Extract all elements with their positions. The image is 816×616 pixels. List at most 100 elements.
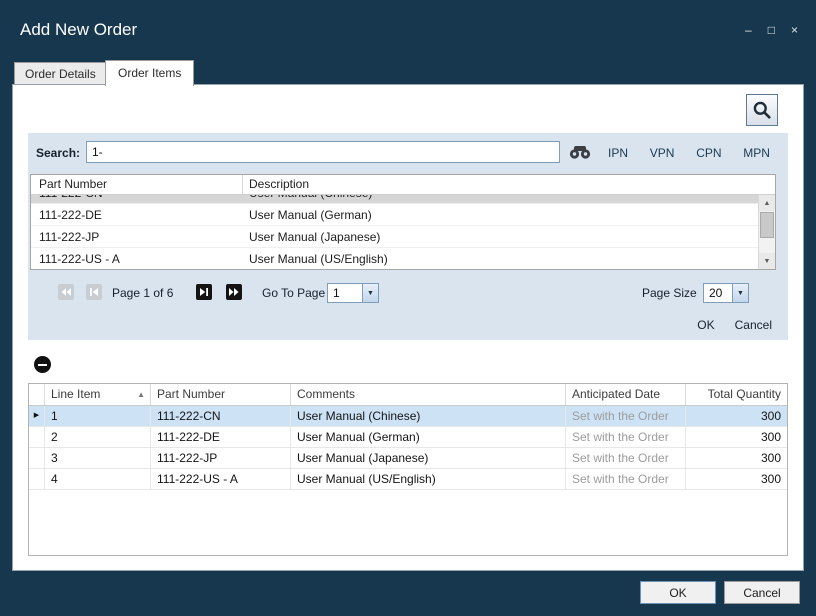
magnifier-icon — [752, 100, 772, 120]
tab-order-details[interactable]: Order Details — [14, 62, 107, 85]
cell-line-item: 3 — [45, 448, 151, 468]
cell-description: User Manual (German) — [243, 208, 758, 222]
go-to-page-label: Go To Page — [262, 286, 325, 300]
binoculars-icon[interactable] — [568, 144, 592, 165]
table-row[interactable]: ▶ 1 111-222-CN User Manual (Chinese) Set… — [29, 406, 787, 427]
cell-description: User Manual (US/English) — [243, 252, 758, 266]
table-row[interactable]: 3 111-222-JP User Manual (Japanese) Set … — [29, 448, 787, 469]
row-indicator-cell: ▶ — [29, 406, 45, 426]
row-indicator-cell — [29, 469, 45, 489]
search-toggle-button[interactable] — [746, 94, 778, 126]
row-indicator-cell — [29, 448, 45, 468]
add-new-order-dialog: Add New Order – □ × Order Details Order … — [0, 0, 816, 616]
page-size-select[interactable]: 20 ▼ — [703, 283, 749, 303]
cell-anticipated-date: Set with the Order — [566, 427, 686, 447]
scroll-up-icon[interactable]: ▲ — [759, 195, 775, 211]
cell-comments: User Manual (Japanese) — [291, 448, 566, 468]
cell-anticipated-date: Set with the Order — [566, 406, 686, 426]
search-panel: Search: IPN VPN CPN MPN Part Number Desc… — [28, 133, 788, 340]
last-page-button[interactable] — [226, 284, 242, 300]
row-indicator-icon: ▶ — [34, 406, 39, 426]
first-page-button[interactable] — [58, 284, 74, 300]
column-header-comments[interactable]: Comments — [291, 384, 566, 405]
page-size-label: Page Size — [642, 286, 697, 300]
previous-page-button[interactable] — [86, 284, 102, 300]
search-label: Search: — [36, 146, 80, 160]
list-item[interactable]: 111-222-JP User Manual (Japanese) — [31, 226, 758, 248]
list-item[interactable]: 111-222-US - A User Manual (US/English) — [31, 248, 758, 269]
column-header-total-quantity[interactable]: Total Quantity — [686, 384, 787, 405]
cell-part-number: 111-222-CN — [151, 406, 291, 426]
minus-icon — [38, 364, 47, 366]
table-row[interactable]: 2 111-222-DE User Manual (German) Set wi… — [29, 427, 787, 448]
cell-part-number: 111-222-CN — [31, 195, 243, 200]
order-items-grid-header: Line Item ▲ Part Number Comments Anticip… — [29, 384, 787, 406]
chevron-down-icon: ▼ — [362, 284, 378, 302]
cell-total-quantity: 300 — [686, 427, 787, 447]
cell-line-item: 2 — [45, 427, 151, 447]
sort-asc-icon: ▲ — [137, 384, 145, 405]
filter-ipn-link[interactable]: IPN — [608, 146, 628, 160]
column-header-label: Line Item — [51, 384, 100, 405]
cell-part-number: 111-222-JP — [31, 230, 243, 244]
minimize-button[interactable]: – — [745, 22, 752, 38]
window-controls: – □ × — [745, 22, 798, 38]
column-header-part-number[interactable]: Part Number — [151, 384, 291, 405]
search-cancel-link[interactable]: Cancel — [735, 318, 772, 332]
cancel-button[interactable]: Cancel — [724, 581, 800, 604]
filter-vpn-link[interactable]: VPN — [650, 146, 675, 160]
go-to-page-select[interactable]: 1 ▼ — [327, 283, 379, 303]
column-header-part-number[interactable]: Part Number — [31, 175, 243, 194]
close-button[interactable]: × — [791, 22, 798, 38]
column-header-anticipated-date[interactable]: Anticipated Date — [566, 384, 686, 405]
maximize-button[interactable]: □ — [768, 22, 775, 38]
vertical-scrollbar[interactable]: ▲ ▼ — [758, 195, 775, 269]
filter-cpn-link[interactable]: CPN — [696, 146, 721, 160]
last-page-icon — [227, 285, 241, 299]
next-page-icon — [197, 285, 211, 299]
cell-line-item: 4 — [45, 469, 151, 489]
cell-comments: User Manual (Chinese) — [291, 406, 566, 426]
search-results-body: 111-222-CN User Manual (Chinese) 111-222… — [31, 195, 758, 269]
page-status: Page 1 of 6 — [112, 286, 173, 300]
search-results-grid: Part Number Description 111-222-CN User … — [30, 174, 776, 270]
tab-order-items[interactable]: Order Items — [105, 60, 194, 86]
next-page-button[interactable] — [196, 284, 212, 300]
page-size-value: 20 — [704, 284, 732, 302]
cell-part-number: 111-222-US - A — [151, 469, 291, 489]
filter-mpn-link[interactable]: MPN — [743, 146, 770, 160]
cell-comments: User Manual (German) — [291, 427, 566, 447]
cell-description: User Manual (Japanese) — [243, 230, 758, 244]
search-ok-link[interactable]: OK — [697, 318, 714, 332]
first-page-icon — [59, 285, 73, 299]
cell-part-number: 111-222-JP — [151, 448, 291, 468]
scrollbar-thumb[interactable] — [760, 212, 774, 238]
chevron-down-icon: ▼ — [732, 284, 748, 302]
ok-button[interactable]: OK — [640, 581, 716, 604]
cell-part-number: 111-222-DE — [151, 427, 291, 447]
scroll-down-icon[interactable]: ▼ — [759, 253, 775, 269]
cell-anticipated-date: Set with the Order — [566, 469, 686, 489]
column-header-line-item[interactable]: Line Item ▲ — [45, 384, 151, 405]
previous-page-icon — [87, 285, 101, 299]
remove-line-item-button[interactable] — [34, 356, 51, 373]
search-filter-links: IPN VPN CPN MPN — [608, 146, 770, 160]
go-to-page-value: 1 — [328, 284, 362, 302]
cell-part-number: 111-222-DE — [31, 208, 243, 222]
cell-total-quantity: 300 — [686, 469, 787, 489]
column-header-description[interactable]: Description — [243, 175, 775, 194]
row-indicator-column-header — [29, 384, 45, 405]
row-indicator-cell — [29, 427, 45, 447]
window-title: Add New Order — [20, 20, 137, 40]
cell-total-quantity: 300 — [686, 448, 787, 468]
list-item[interactable]: 111-222-DE User Manual (German) — [31, 204, 758, 226]
order-items-grid: Line Item ▲ Part Number Comments Anticip… — [28, 383, 788, 556]
search-results-header: Part Number Description — [31, 175, 775, 195]
cell-line-item: 1 — [45, 406, 151, 426]
cell-anticipated-date: Set with the Order — [566, 448, 686, 468]
cell-total-quantity: 300 — [686, 406, 787, 426]
list-item[interactable]: 111-222-CN User Manual (Chinese) — [31, 195, 758, 204]
table-row[interactable]: 4 111-222-US - A User Manual (US/English… — [29, 469, 787, 490]
search-panel-actions: OK Cancel — [560, 318, 772, 332]
search-input[interactable] — [86, 141, 560, 163]
